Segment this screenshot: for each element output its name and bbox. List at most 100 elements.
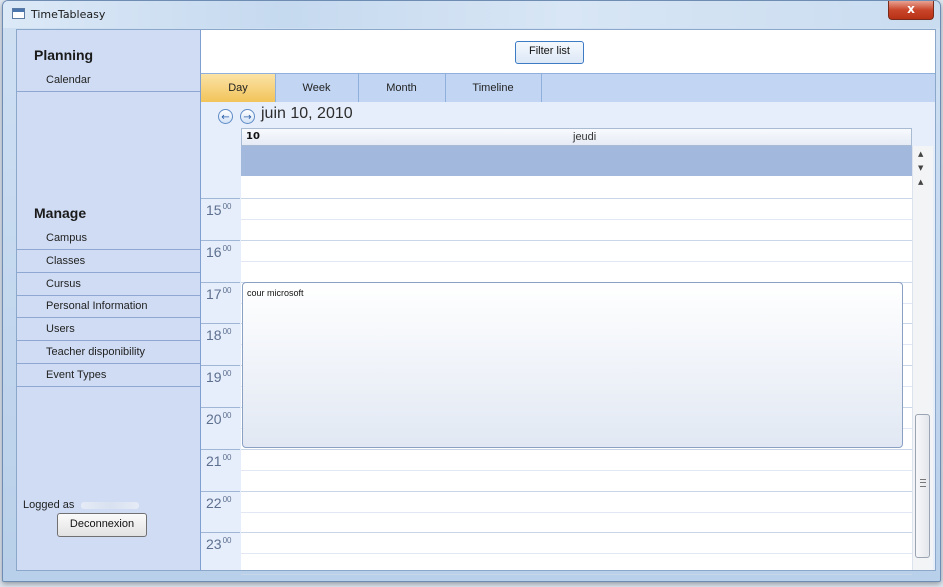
sidebar-item-personal-information[interactable]: Personal Information (17, 296, 200, 318)
gutter-hour-line (201, 239, 240, 241)
grid-hour-line (241, 574, 912, 576)
gutter-hour-line (201, 323, 240, 325)
event-title: cour microsoft (247, 288, 304, 298)
hour-label-hour: 15 (206, 202, 222, 218)
hour-label-minutes: 00 (222, 202, 232, 211)
hour-label: 1800 (206, 327, 231, 343)
hour-label-hour: 23 (206, 536, 222, 553)
hour-label: 2000 (206, 411, 231, 427)
hour-label-hour: 20 (206, 411, 222, 427)
client-area: Planning Calendar Manage Campus Classes … (16, 29, 936, 576)
day-column-header[interactable]: 10 jeudi (241, 128, 912, 146)
calendar-event[interactable]: cour microsoft (242, 282, 903, 448)
filter-list-button[interactable]: Filter list (515, 41, 584, 64)
title-bar[interactable]: TimeTableasy x (3, 1, 940, 28)
vertical-scrollbar[interactable]: ▲ ▼ ▲ (912, 146, 933, 570)
tab-day[interactable]: Day (201, 74, 276, 102)
view-tabs: Day Week Month Timeline (201, 73, 935, 103)
sidebar-item-calendar[interactable]: Calendar (17, 70, 200, 92)
sidebar-item-label: Cursus (46, 278, 81, 290)
gutter-hour-line (201, 448, 240, 450)
close-button[interactable]: x (888, 1, 934, 20)
hour-label-minutes: 00 (222, 369, 232, 379)
grid-hour-line (241, 198, 912, 199)
window-title: TimeTableasy (31, 8, 106, 21)
hour-label: 2300 (206, 536, 231, 552)
main-panel: Filter list Day Week Month Timeline ← → … (201, 30, 935, 576)
logged-user-name-redacted (81, 502, 139, 509)
sidebar-item-event-types[interactable]: Event Types (17, 365, 200, 387)
hour-label-minutes: 00 (222, 285, 232, 295)
grid-half-hour-line (241, 553, 912, 555)
sidebar-item-label: Event Types (46, 369, 107, 381)
sidebar-item-label: Teacher disponibility (46, 346, 146, 358)
grid-hour-line (241, 490, 912, 492)
day-calendar: ← → juin 10, 2010 10 jeudi 1500 1600 1700 1… (201, 102, 935, 576)
tab-week[interactable]: Week (275, 74, 359, 102)
deconnexion-button[interactable]: Deconnexion (57, 513, 147, 537)
hour-label: 2200 (206, 495, 231, 511)
hour-label-minutes: 00 (222, 536, 232, 546)
grid-half-hour-line (241, 260, 912, 262)
sidebar-item-campus[interactable]: Campus (17, 228, 200, 250)
grid-hour-line (241, 532, 912, 534)
hour-label: 1900 (206, 369, 231, 385)
hour-label-minutes: 00 (222, 327, 232, 337)
sidebar-item-cursus[interactable]: Cursus (17, 274, 200, 296)
gutter-hour-line (201, 281, 240, 283)
close-icon: x (907, 2, 915, 16)
hour-label-hour: 22 (206, 494, 222, 511)
sidebar-item-label: Classes (46, 255, 86, 267)
planning-section-title: Planning (34, 47, 94, 63)
all-day-event-area[interactable] (241, 146, 912, 176)
grip-icon (920, 479, 926, 487)
sidebar-item-classes[interactable]: Classes (17, 251, 200, 273)
sidebar-item-label: Campus (46, 232, 87, 244)
gutter-hour-line (201, 490, 240, 492)
sidebar-item-label: Calendar (46, 74, 91, 86)
hour-label: 1500 (206, 202, 231, 218)
gutter-hour-line (201, 532, 240, 534)
chevron-up-icon[interactable]: ▲ (918, 150, 923, 158)
manage-section-title: Manage (34, 205, 87, 221)
grid-hour-line (241, 448, 912, 450)
hour-label-hour: 19 (206, 369, 222, 386)
gutter-hour-line (201, 198, 240, 199)
grid-half-hour-line (241, 469, 912, 471)
hour-label-hour: 17 (206, 285, 222, 302)
tab-timeline[interactable]: Timeline (445, 74, 542, 102)
hour-label: 2100 (206, 453, 231, 469)
arrow-right-icon[interactable]: → (240, 109, 255, 124)
hour-label-minutes: 00 (222, 243, 232, 253)
day-name: jeudi (573, 131, 597, 143)
hour-label: 1700 (206, 286, 231, 302)
arrow-left-icon[interactable]: ← (218, 109, 233, 124)
tab-month[interactable]: Month (358, 74, 446, 102)
grid-hour-line (241, 239, 912, 241)
hour-label-minutes: 00 (222, 411, 232, 420)
grid-half-hour-line (241, 511, 912, 513)
grid-half-hour-line (241, 218, 912, 220)
app-window-icon (12, 8, 25, 19)
sidebar-item-label: Users (46, 323, 75, 335)
sidebar-item-teacher-disponibility[interactable]: Teacher disponibility (17, 342, 200, 364)
scrollbar-thumb[interactable] (915, 414, 930, 558)
chevron-up-icon[interactable]: ▲ (918, 178, 923, 186)
hour-label-hour: 21 (206, 452, 222, 469)
current-date-title: juin 10, 2010 (261, 105, 353, 122)
logged-as-label: Logged as (23, 499, 75, 511)
gutter-hour-line (201, 365, 240, 367)
hour-label: 1600 (206, 244, 231, 260)
hour-label-hour: 16 (206, 243, 222, 260)
hour-gutter: 1500 1600 1700 1800 1900 2000 2100 2200 2300 (201, 176, 240, 570)
sidebar-item-users[interactable]: Users (17, 319, 200, 341)
app-window: TimeTableasy x Planning Calendar Manage … (2, 0, 941, 582)
hour-label-hour: 18 (206, 327, 222, 344)
gutter-hour-line (201, 407, 240, 408)
day-number: 10 (246, 131, 260, 142)
sidebar: Planning Calendar Manage Campus Classes … (17, 30, 201, 570)
chevron-down-icon[interactable]: ▼ (918, 164, 923, 172)
hour-label-minutes: 00 (222, 494, 232, 504)
hour-label-minutes: 00 (222, 452, 232, 462)
sidebar-item-label: Personal Information (46, 300, 148, 312)
